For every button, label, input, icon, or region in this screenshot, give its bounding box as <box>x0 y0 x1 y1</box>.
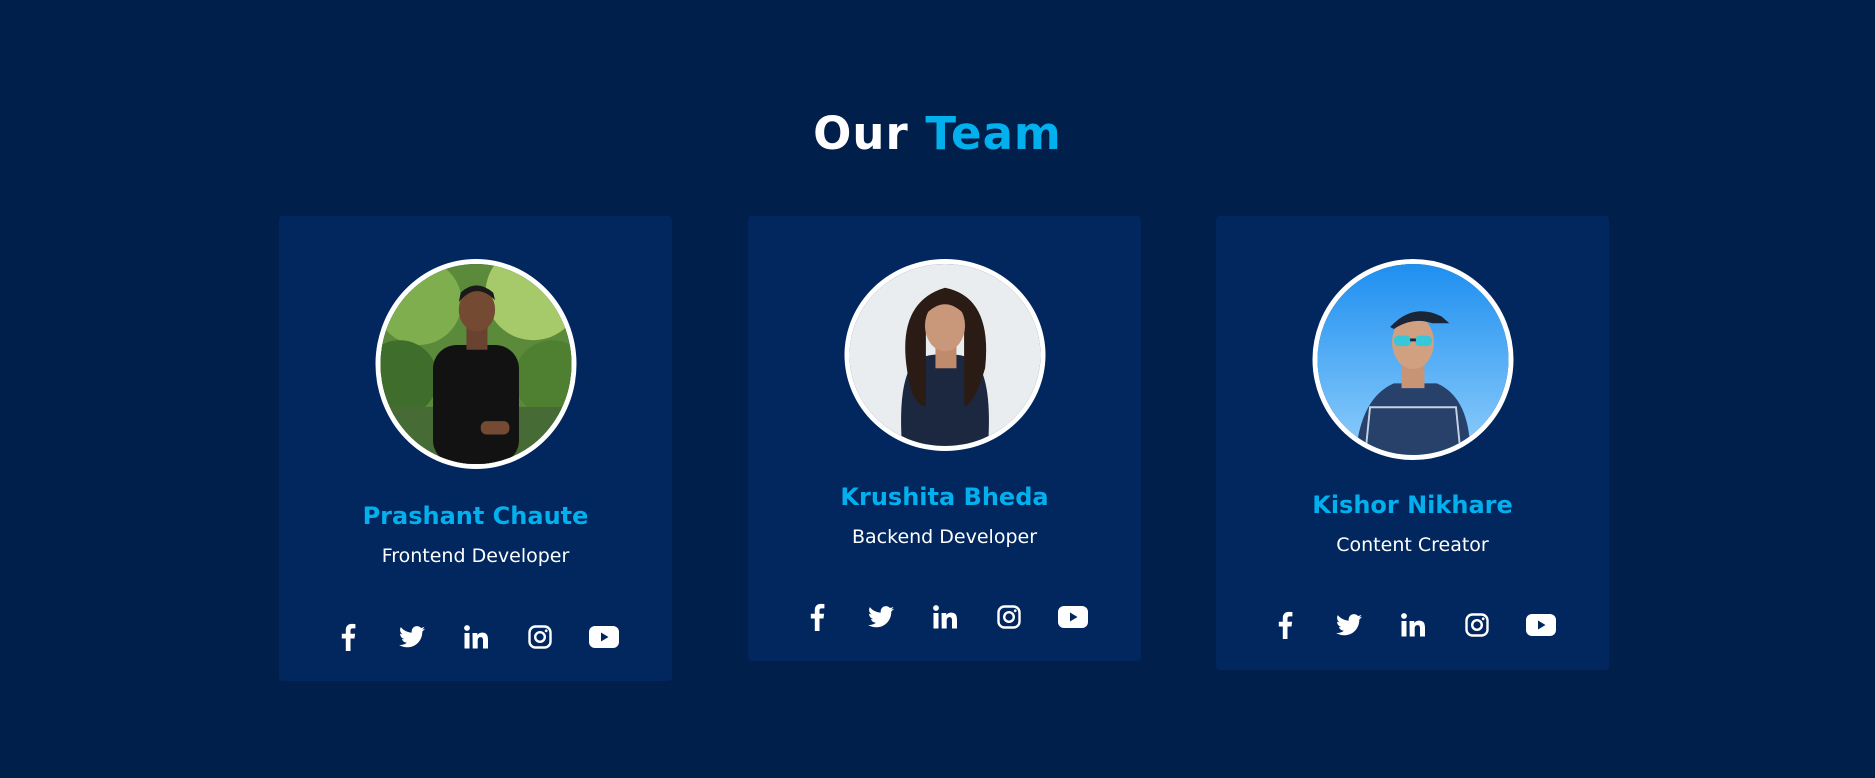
member-name: Kishor Nikhare <box>1312 491 1513 519</box>
avatar <box>844 259 1045 451</box>
title-lead: Our <box>813 107 909 160</box>
social-links <box>748 600 1141 634</box>
youtube-icon[interactable] <box>587 620 621 654</box>
linkedin-icon[interactable] <box>1396 608 1430 642</box>
instagram-icon[interactable] <box>1460 608 1494 642</box>
facebook-icon[interactable] <box>800 600 834 634</box>
team-card: Kishor Nikhare Content Creator <box>1216 216 1609 670</box>
member-name: Krushita Bheda <box>840 483 1049 511</box>
team-card: Prashant Chaute Frontend Developer <box>279 216 672 681</box>
youtube-icon[interactable] <box>1056 600 1090 634</box>
facebook-icon[interactable] <box>331 620 365 654</box>
linkedin-icon[interactable] <box>928 600 962 634</box>
instagram-icon[interactable] <box>992 600 1026 634</box>
member-role: Frontend Developer <box>381 545 570 567</box>
twitter-icon[interactable] <box>864 600 898 634</box>
avatar <box>375 259 576 469</box>
twitter-icon[interactable] <box>395 620 429 654</box>
facebook-icon[interactable] <box>1268 608 1302 642</box>
member-name: Prashant Chaute <box>362 502 589 530</box>
title-accent: Team <box>925 107 1062 160</box>
twitter-icon[interactable] <box>1332 608 1366 642</box>
section-title: Our Team <box>0 104 1875 164</box>
social-links <box>1216 608 1609 642</box>
instagram-icon[interactable] <box>523 620 557 654</box>
youtube-icon[interactable] <box>1524 608 1558 642</box>
avatar <box>1312 259 1513 460</box>
team-card: Krushita Bheda Backend Developer <box>748 216 1141 661</box>
member-role: Content Creator <box>1336 534 1489 556</box>
member-role: Backend Developer <box>852 526 1037 548</box>
linkedin-icon[interactable] <box>459 620 493 654</box>
social-links <box>279 620 672 654</box>
